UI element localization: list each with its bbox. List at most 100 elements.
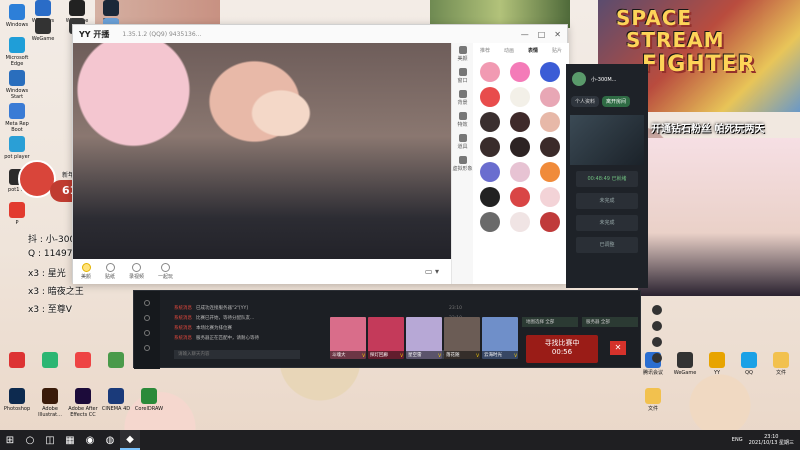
emoji-sticker[interactable] [540, 112, 560, 132]
emoji-sticker[interactable] [540, 87, 560, 107]
emoji-sticker[interactable] [540, 187, 560, 207]
emoji-sticker[interactable] [480, 62, 500, 82]
desktop-icon[interactable] [33, 352, 67, 370]
desktop-icon[interactable]: 文件 [764, 352, 798, 376]
emoji-sticker[interactable] [480, 162, 500, 182]
game-map-card[interactable]: 探灯回廊 V [368, 317, 404, 359]
wegame-icon [69, 0, 85, 16]
taskbar-app-icon[interactable]: ◆ [120, 430, 140, 450]
emoji-sticker[interactable] [480, 212, 500, 232]
emoji-sticker[interactable] [510, 137, 530, 157]
emoji-sticker[interactable] [510, 162, 530, 182]
window-titlebar[interactable]: YY 开播 1.35.1.2 (QQ9) 9435136... — □ ✕ [73, 25, 567, 43]
taskbar-app-icon[interactable]: ◉ [80, 430, 100, 450]
game-map-card[interactable]: 星空雷 V [406, 317, 442, 359]
desktop-icon-label: QQ [745, 370, 753, 376]
maximize-button[interactable]: □ [538, 30, 546, 39]
emoji-sticker[interactable] [480, 137, 500, 157]
start-button[interactable]: ⊞ [0, 430, 20, 450]
game-map-card[interactable]: 云海时光 V [482, 317, 518, 359]
avatar[interactable] [572, 72, 586, 86]
desktop-icon[interactable] [0, 352, 34, 370]
emoji-sticker[interactable] [510, 87, 530, 107]
desktop-icon[interactable]: Adobe After Effects CC [66, 388, 100, 418]
desktop-icon-label: 文件 [775, 370, 786, 376]
rail-background[interactable]: 背景 [452, 90, 473, 109]
rail-window[interactable]: 窗口 [452, 68, 473, 87]
desktop-icon[interactable] [66, 352, 100, 370]
emoji-sticker[interactable] [540, 137, 560, 157]
clock[interactable]: 23:10 2021/10/13 星期三 [749, 434, 794, 446]
info-icon[interactable] [144, 345, 150, 351]
profile-button[interactable]: 个人资料 [571, 96, 600, 107]
task-slot[interactable]: 未完成 [576, 215, 638, 231]
server-filter[interactable]: 服务器 全部 [582, 317, 638, 327]
desktop-icon[interactable]: CINEMA 4D [99, 388, 133, 412]
rail-effects[interactable]: 特效 [452, 112, 473, 131]
rail-avatar[interactable]: 虚拟形象 [452, 156, 473, 175]
tool-play-together[interactable]: 一起玩 [158, 263, 173, 280]
desktop-icon[interactable]: pot player [0, 136, 34, 160]
desktop-icon[interactable] [99, 352, 133, 370]
emoji-sticker[interactable] [480, 187, 500, 207]
language-indicator[interactable]: ENG [732, 437, 743, 443]
mini-button[interactable] [652, 353, 662, 363]
desktop-icon[interactable]: CorelDRAW [132, 388, 166, 412]
emoji-sticker[interactable] [510, 212, 530, 232]
rail-beauty[interactable]: 美颜 [452, 46, 473, 65]
emoji-sticker[interactable] [540, 212, 560, 232]
emoji-sticker[interactable] [540, 62, 560, 82]
game-map-card[interactable]: 落花随 V [444, 317, 480, 359]
search-icon[interactable] [144, 300, 150, 306]
cancel-match-button[interactable]: ✕ [610, 341, 626, 355]
emoji-sticker[interactable] [510, 187, 530, 207]
desktop-icon[interactable]: Photoshop [0, 388, 34, 412]
tool-sticker[interactable]: 贴纸 [105, 263, 115, 280]
rail-props[interactable]: 道具 [452, 134, 473, 153]
desktop-icon[interactable]: Adobe Illustrat... [33, 388, 67, 418]
emoji-tab[interactable]: 表情 [528, 47, 538, 54]
close-button[interactable]: ✕ [554, 30, 561, 39]
emoji-sticker[interactable] [480, 112, 500, 132]
desktop-icon[interactable]: WeGame [668, 352, 702, 376]
desktop-icon[interactable]: Meta Rep Boot [0, 103, 34, 133]
desktop-icon-label: Windows Start [5, 88, 29, 100]
matching-button[interactable]: 寻找比赛中 00:56 [526, 335, 598, 363]
game-map-card[interactable]: 斗魂大 V [330, 317, 366, 359]
file-icon [773, 352, 789, 368]
desktop-icon[interactable]: P [0, 202, 34, 226]
tool-record[interactable]: 录视频 [129, 263, 144, 280]
taskbar-app-icon[interactable]: ◫ [40, 430, 60, 450]
emoji-tab[interactable]: 贴片 [552, 47, 562, 54]
minimize-button[interactable]: — [521, 30, 529, 39]
task-slot[interactable]: 未完成 [576, 193, 638, 209]
emoji-tab[interactable]: 推荐 [480, 47, 490, 54]
tool-beauty[interactable]: 美颜 [81, 263, 91, 280]
task-slot[interactable]: 已调整 [576, 237, 638, 253]
mini-button[interactable] [652, 337, 662, 347]
desktop-icon[interactable]: Windows Start [0, 70, 34, 100]
emoji-sticker[interactable] [480, 87, 500, 107]
emoji-sticker[interactable] [510, 112, 530, 132]
chat-input[interactable]: 请输入聊天内容 [174, 350, 300, 359]
mini-button[interactable] [652, 321, 662, 331]
leave-room-button[interactable]: 离开房间 [602, 96, 631, 107]
desktop-icon[interactable]: QQ [732, 352, 766, 376]
map-filter[interactable]: 地图选择 全部 [522, 317, 578, 327]
map-label: 探灯回廊 [368, 351, 404, 359]
yy-broadcast-window[interactable]: YY 开播 1.35.1.2 (QQ9) 9435136... — □ ✕ 美颜… [72, 24, 569, 284]
history-icon[interactable] [144, 330, 150, 336]
desktop-icon[interactable]: WeGame [26, 18, 60, 42]
camera-switch-icon[interactable]: ▭ ▾ [425, 267, 439, 276]
taskbar-app-icon[interactable]: ▦ [60, 430, 80, 450]
desktop-icon[interactable]: YY [700, 352, 734, 376]
match-filters: 地图选择 全部 服务器 全部 [522, 317, 638, 327]
settings-icon[interactable] [144, 315, 150, 321]
emoji-tab[interactable]: 动画 [504, 47, 514, 54]
emoji-sticker[interactable] [540, 162, 560, 182]
taskbar-app-icon[interactable]: ○ [20, 430, 40, 450]
desktop-icon[interactable]: 文件 [636, 388, 670, 412]
mini-button[interactable] [652, 305, 662, 315]
emoji-sticker[interactable] [510, 62, 530, 82]
taskbar-app-icon[interactable]: ◍ [100, 430, 120, 450]
